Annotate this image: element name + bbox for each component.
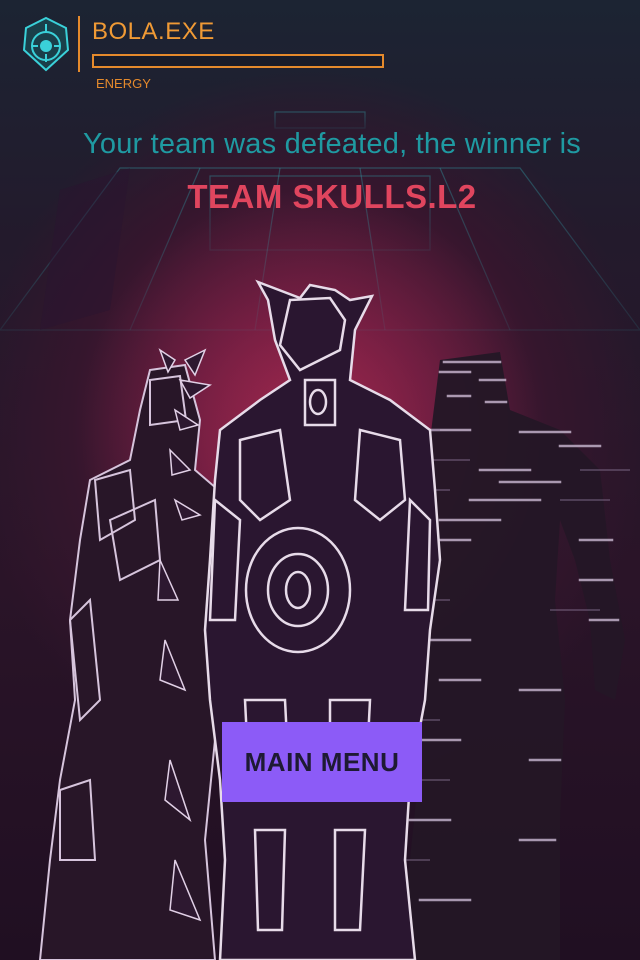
energy-label: ENERGY [96, 76, 151, 91]
game-over-screen: BOLA.EXE ENERGY Your team was defeated, … [0, 0, 640, 960]
hud-divider [78, 16, 80, 72]
shield-emblem-icon [22, 16, 70, 72]
main-menu-button[interactable]: MAIN MENU [222, 722, 422, 802]
defeat-message: Your team was defeated, the winner is [82, 128, 581, 160]
energy-bar [92, 54, 384, 68]
player-name: BOLA.EXE [92, 18, 215, 45]
winner-team-name: TEAM SKULLS.L2 [187, 178, 477, 215]
